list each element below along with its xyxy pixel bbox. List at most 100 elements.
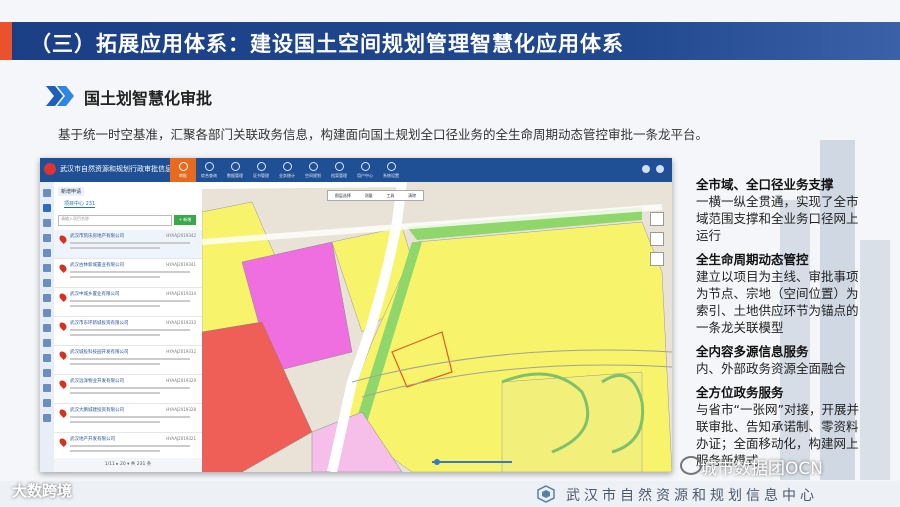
zoom-out-icon[interactable]: [650, 252, 664, 266]
nav-label: 数据管理: [227, 172, 243, 178]
rail-button[interactable]: [43, 279, 51, 287]
item-line: [70, 358, 190, 360]
nav-item-archive[interactable]: 档案管理: [326, 158, 352, 182]
item-name: 武汉城投科技园开发有限公司: [70, 350, 129, 355]
watermark-text: 大数跨境: [12, 482, 73, 500]
item-name: 武汉地产开发有限公司: [70, 437, 115, 442]
location-pin-icon: [58, 408, 68, 418]
rail-button[interactable]: [43, 234, 51, 242]
item-code: HYAAJ2019328: [166, 407, 196, 412]
nav-label: 空间规划: [305, 172, 321, 178]
nav-item-approval[interactable]: 审批: [170, 158, 196, 182]
item-name: 武汉大鹏城建投资有限公司: [70, 408, 124, 413]
rail-button[interactable]: [43, 339, 51, 347]
list-item[interactable]: 武汉远洋物业开发有限公司 HYAAJ2019329: [54, 375, 202, 404]
map-canvas[interactable]: [201, 176, 672, 472]
feature-heading: 全生命周期动态管控: [696, 252, 809, 267]
nav-item-stats[interactable]: 业务统计: [274, 158, 300, 182]
list-item[interactable]: 武汉古林新城置业有限公司 HYAAJ2019341: [54, 259, 202, 288]
item-code: HYAAJ2019334: [166, 291, 196, 296]
pagination[interactable]: 1/11 ▸ 20 ▾ 共 231 条: [54, 458, 202, 472]
item-line: [70, 242, 190, 244]
item-name: 武汉古林新城置业有限公司: [70, 263, 124, 268]
rail-button[interactable]: [43, 324, 51, 332]
item-line: [70, 305, 160, 307]
location-pin-icon: [58, 350, 68, 360]
list-item[interactable]: 武汉市凯乐房地产有限公司 HYAAJ2019342: [54, 230, 202, 259]
zoom-in-icon[interactable]: [650, 232, 664, 246]
item-line: [70, 334, 160, 336]
item-line: [70, 445, 190, 447]
item-line: [70, 276, 160, 278]
item-line: [70, 363, 160, 365]
list-tab[interactable]: 新增申请: [58, 187, 85, 196]
app-screenshot: 武汉市自然资源和规划行政审批信息系统 审批 综合查询 数据管理 证书管理 业务统…: [40, 158, 672, 472]
nav-label: 业务统计: [279, 172, 295, 178]
nav-item-query[interactable]: 综合查询: [196, 158, 222, 182]
search-input[interactable]: 请输入项目名称: [58, 215, 172, 226]
nav-item-settings[interactable]: 系统设置: [378, 158, 404, 182]
location-pin-icon: [58, 437, 68, 447]
rail-button[interactable]: [43, 294, 51, 302]
nav-icon: [178, 161, 188, 171]
list-item[interactable]: 武汉大鹏城建投资有限公司 HYAAJ2019328: [54, 404, 202, 433]
avatar[interactable]: [642, 165, 650, 173]
location-pin-icon: [58, 263, 68, 273]
rail-button[interactable]: [43, 354, 51, 362]
rail-button[interactable]: [43, 309, 51, 317]
item-name: 武汉市凯乐房地产有限公司: [70, 234, 124, 239]
feature-heading: 全内容多源信息服务: [696, 344, 809, 359]
feature-heading: 全市域、全口径业务支撑: [696, 177, 834, 192]
item-line: [70, 387, 190, 389]
project-list-panel: 新增申请 项目中心 231 请输入项目名称 + 新增 武汉市凯乐房地产有限公司 H…: [54, 182, 203, 472]
location-pin-icon: [58, 379, 68, 389]
rail-button[interactable]: [43, 264, 51, 272]
wechat-icon: [680, 456, 702, 475]
nav-label: 审批: [179, 172, 187, 178]
nav-icon: [256, 161, 266, 171]
map-tool-measure[interactable]: 测量: [365, 193, 373, 199]
rail-button[interactable]: [43, 369, 51, 377]
nav-icon: [308, 161, 318, 171]
rail-button[interactable]: [43, 204, 51, 212]
map-view[interactable]: 图层选择 测量 工具 清除: [201, 176, 672, 472]
nav-item-certificate[interactable]: 证书管理: [248, 158, 274, 182]
section-title: 国土划智慧化审批: [84, 89, 213, 108]
nav-item-planning[interactable]: 空间规划: [300, 158, 326, 182]
list-item[interactable]: 武汉城投科技园开发有限公司 HYAAJ2019332: [54, 346, 202, 375]
item-code: HYAAJ2019321: [166, 436, 196, 441]
layer-switch-icon[interactable]: [650, 212, 664, 226]
map-tool-layers[interactable]: 图层选择: [335, 193, 351, 199]
item-line: [70, 450, 160, 452]
logout-icon[interactable]: [656, 165, 664, 173]
map-tool-tools[interactable]: 工具: [386, 193, 394, 199]
app-title: 武汉市自然资源和规划行政审批信息系统: [60, 165, 186, 173]
list-item[interactable]: 武汉中城乡置业有限公司 HYAAJ2019334: [54, 288, 202, 317]
location-pin-icon: [58, 321, 68, 331]
list-item[interactable]: 武汉市东环新城投资有限公司 HYAAJ2019333: [54, 317, 202, 346]
item-line: [70, 421, 160, 423]
nav-item-data[interactable]: 数据管理: [222, 158, 248, 182]
item-line: [70, 329, 190, 331]
nav-item-user[interactable]: 用户中心: [352, 158, 378, 182]
rail-button[interactable]: [43, 189, 51, 197]
rail-button[interactable]: [43, 384, 51, 392]
item-code: HYAAJ2019333: [166, 320, 196, 325]
feature-list: 全市域、全口径业务支撑 一横一纵全贯通，实现了全市域范围支撑和全业务口径网上运行…: [696, 176, 866, 476]
location-pin-icon: [58, 292, 68, 302]
nav-label: 档案管理: [331, 172, 347, 178]
rail-button[interactable]: [43, 249, 51, 257]
rail-button[interactable]: [43, 219, 51, 227]
page-title: （三）拓展应用体系：建设国土空间规划管理智慧化应用体系: [30, 32, 624, 56]
rail-button[interactable]: [43, 414, 51, 422]
watermark-text: 城市数据团OCN: [700, 459, 823, 479]
header-accent: [0, 22, 12, 60]
add-button[interactable]: + 新增: [174, 215, 196, 225]
app-topbar: 武汉市自然资源和规划行政审批信息系统 审批 综合查询 数据管理 证书管理 业务统…: [40, 158, 672, 182]
map-controls: [650, 212, 664, 272]
project-count[interactable]: 项目中心 231: [64, 200, 96, 208]
nav-label: 证书管理: [253, 172, 269, 178]
item-line: [70, 416, 190, 418]
map-tool-clear[interactable]: 清除: [408, 193, 416, 199]
rail-button[interactable]: [43, 399, 51, 407]
